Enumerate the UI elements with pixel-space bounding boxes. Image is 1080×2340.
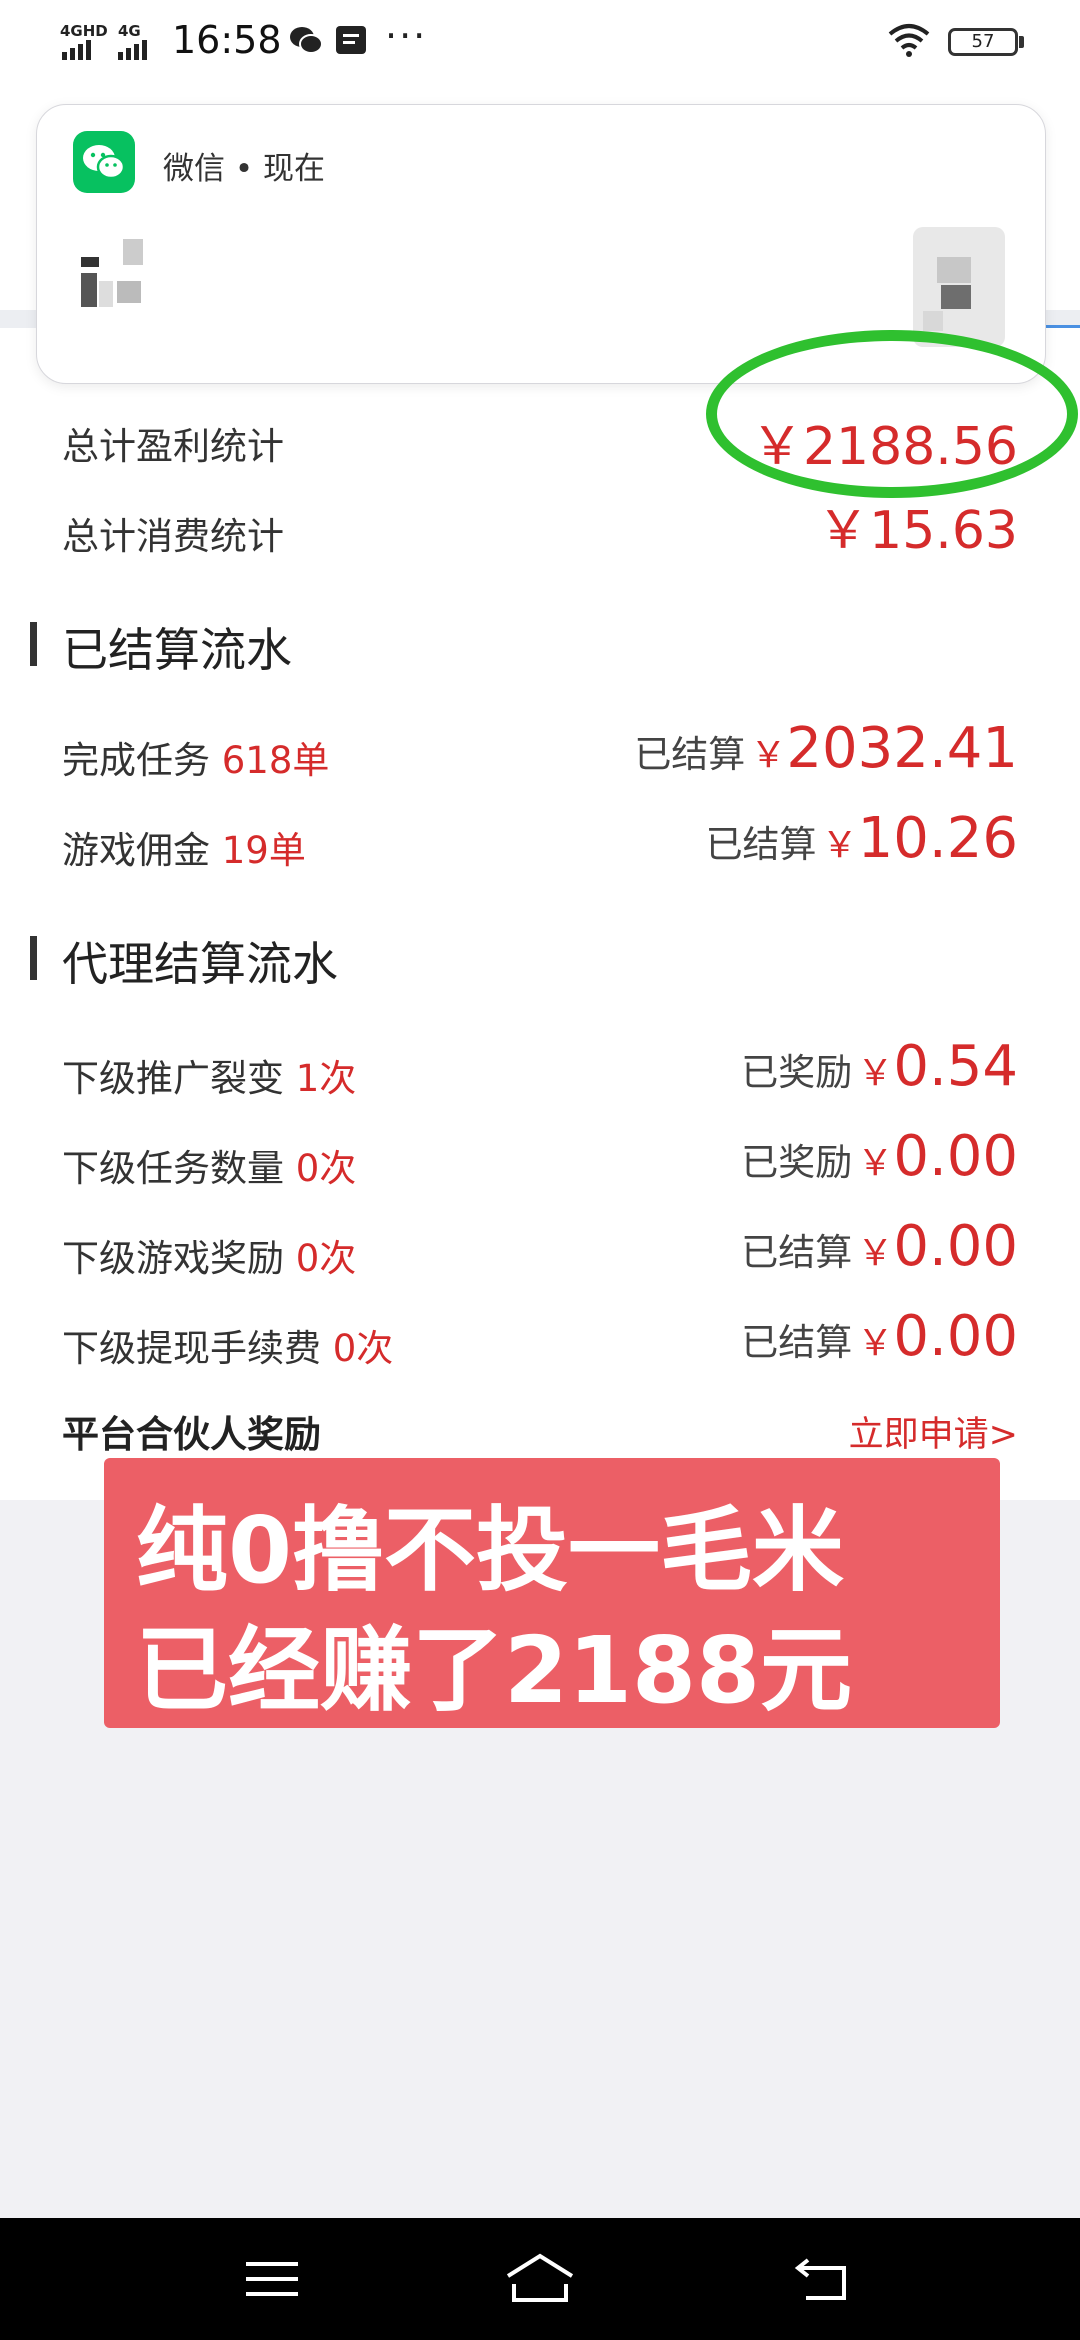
home-icon[interactable]: [500, 2246, 580, 2312]
section-marker: [30, 936, 37, 980]
settled-section-title: 已结算流水: [62, 623, 292, 677]
banner-line-1: 纯0撸不投一毛米: [136, 1497, 845, 1604]
list-item-label: 下级任务数量 0次: [62, 1147, 357, 1190]
section-marker: [30, 622, 37, 666]
wifi-icon: [888, 24, 930, 57]
promo-caption-banner: 纯0撸不投一毛米 已经赚了2188元: [104, 1458, 1000, 1728]
list-item-label: 游戏佣金 19单: [62, 829, 306, 872]
list-item-value: 已结算 ￥10.26: [705, 806, 1018, 871]
back-icon[interactable]: [784, 2246, 864, 2312]
status-time: 16:58: [172, 18, 282, 62]
list-item-label: 下级推广裂变 1次: [62, 1057, 357, 1100]
list-item-label: 下级提现手续费 0次: [62, 1327, 394, 1370]
consume-total-label: 总计消费统计: [62, 515, 284, 558]
battery-level: 57: [971, 31, 995, 52]
list-item-value: 已结算 ￥0.00: [741, 1304, 1018, 1369]
sim1-network-label: 4GHD: [60, 22, 108, 40]
highlight-circle: [706, 330, 1078, 498]
list-item-label: 完成任务 618单: [62, 739, 330, 782]
battery-tip: [1019, 36, 1024, 48]
profit-total-label: 总计盈利统计: [62, 425, 284, 468]
list-item-label: 下级游戏奖励 0次: [62, 1237, 357, 1280]
wechat-icon: [73, 131, 135, 193]
more-notifications-icon: ···: [385, 14, 428, 58]
sim2-network-label: 4G: [118, 22, 141, 40]
notification-app-name: 微信 • 现在: [163, 151, 325, 187]
app-status-icon: [336, 26, 366, 54]
list-item-value: 已结算 ￥0.00: [741, 1214, 1018, 1279]
system-nav-bar: [0, 2218, 1080, 2340]
apply-now-link[interactable]: 立即申请>: [849, 1406, 1018, 1457]
list-item-value: 已奖励 ￥0.54: [741, 1034, 1018, 1099]
wechat-status-icon: [290, 27, 323, 54]
banner-line-2: 已经赚了2188元: [136, 1617, 853, 1724]
sim1-signal-icon: [62, 40, 91, 60]
partner-reward-label: 平台合伙人奖励: [62, 1413, 321, 1456]
sim2-signal-icon: [118, 40, 147, 60]
consume-total-value: ￥15.63: [817, 501, 1018, 561]
agent-section-title: 代理结算流水: [62, 937, 338, 991]
list-item-value: 已奖励 ￥0.00: [741, 1124, 1018, 1189]
tab-indicator: [1040, 325, 1080, 328]
menu-icon[interactable]: [232, 2246, 312, 2312]
list-item-value: 已结算 ￥2032.41: [634, 716, 1018, 781]
status-bar: 4GHD 4G 16:58 ··· 57: [0, 0, 1080, 90]
